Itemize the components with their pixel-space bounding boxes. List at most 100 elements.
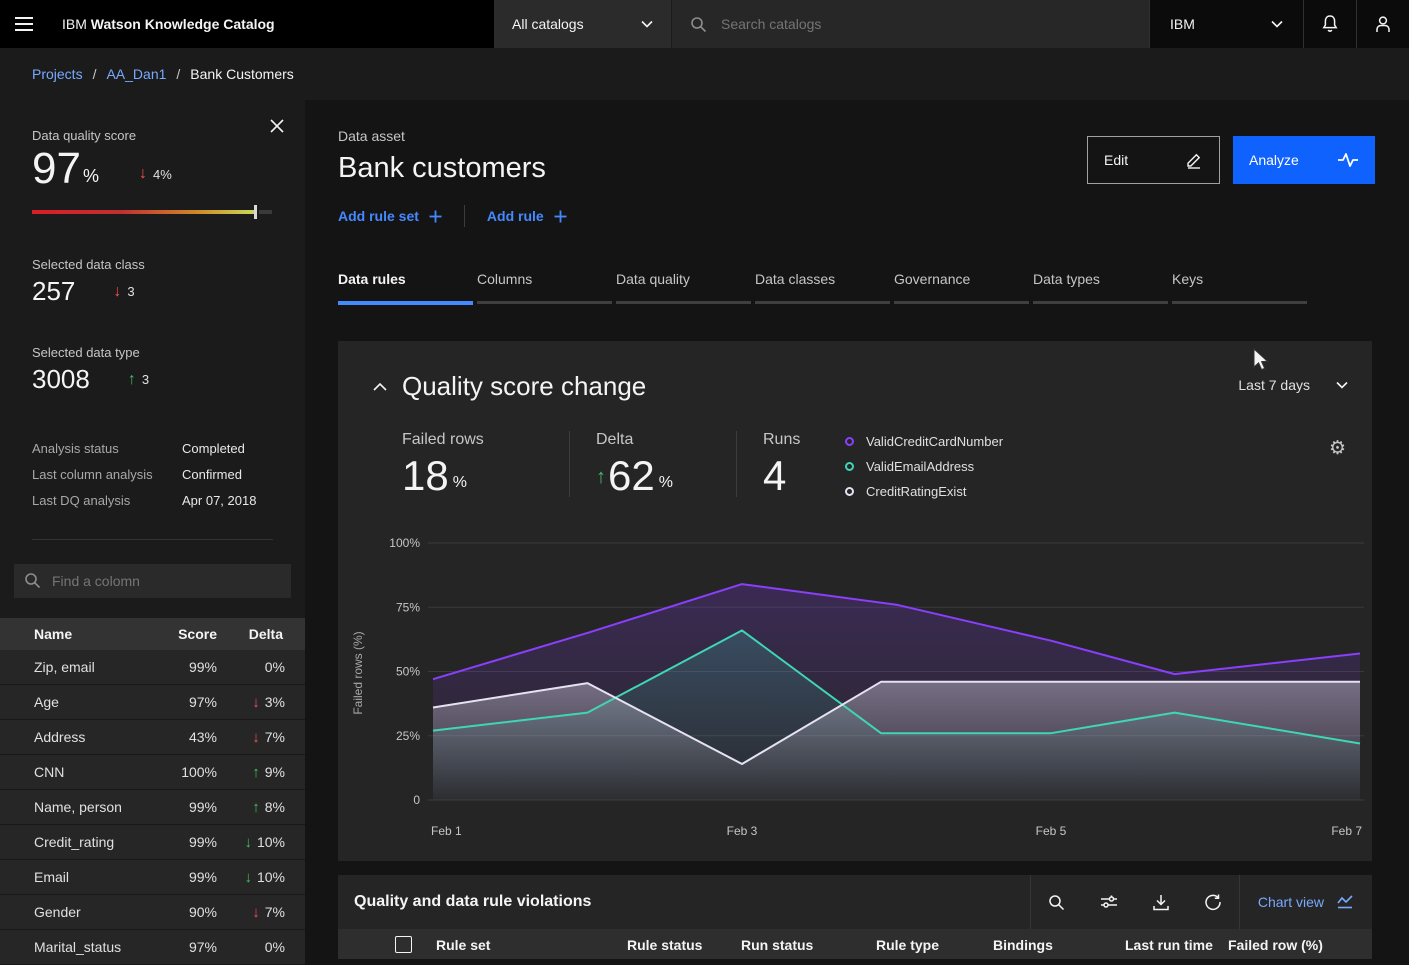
breadcrumb-link[interactable]: Projects — [32, 66, 83, 82]
data-class-value: 257 ↓3 — [32, 276, 273, 307]
select-all-checkbox[interactable] — [395, 936, 412, 953]
chart-view-toggle[interactable]: Chart view — [1240, 875, 1372, 929]
table-row[interactable]: CNN100%↑9% — [0, 755, 305, 790]
breadcrumb-link[interactable]: AA_Dan1 — [106, 66, 166, 82]
tab-label: Governance — [894, 271, 1029, 301]
detail-label: Last column analysis — [32, 467, 182, 482]
legend-label: ValidCreditCardNumber — [866, 434, 1003, 449]
search-placeholder: Search catalogs — [721, 16, 821, 32]
column-delta: ↓10% — [217, 869, 305, 886]
delta-value: 9% — [265, 764, 285, 780]
quality-score-delta: ↓ 4% — [139, 165, 172, 183]
x-axis-tick: Feb 1 — [431, 824, 462, 838]
table-row[interactable]: Zip, email99%0% — [0, 650, 305, 685]
brand-prefix: IBM — [62, 16, 87, 32]
user-profile-button[interactable] — [1356, 0, 1409, 48]
arrow-up-icon: ↑ — [252, 764, 260, 781]
tab-label: Columns — [477, 271, 612, 301]
download-button[interactable] — [1135, 875, 1187, 929]
search-icon — [690, 16, 707, 33]
column-delta: ↓ 7% — [217, 729, 305, 746]
x-axis-tick: Feb 5 — [1036, 824, 1067, 838]
tab-governance[interactable]: Governance — [894, 271, 1029, 305]
notifications-button[interactable] — [1303, 0, 1356, 48]
catalogs-dropdown[interactable]: All catalogs — [494, 0, 672, 48]
column-name: Zip, email — [0, 659, 153, 675]
table-row[interactable]: Credit_rating99%↓10% — [0, 825, 305, 860]
account-dropdown[interactable]: IBM — [1149, 0, 1303, 48]
refresh-button[interactable] — [1187, 875, 1239, 929]
detail-row: Last column analysisConfirmed — [32, 461, 273, 487]
column-name: CNN — [0, 764, 153, 780]
kpi-value: ↑62% — [596, 455, 736, 497]
column-name: Gender — [0, 904, 153, 920]
catalogs-dropdown-label: All catalogs — [512, 16, 584, 32]
data-type-value: 3008 ↑3 — [32, 364, 273, 395]
hamburger-menu-icon[interactable] — [0, 0, 48, 48]
table-row[interactable]: Age97%↓3% — [0, 685, 305, 720]
catalog-search[interactable]: Search catalogs — [672, 0, 1149, 48]
legend-item[interactable]: CreditRatingExist — [845, 479, 1003, 504]
tab-data-types[interactable]: Data types — [1033, 271, 1168, 305]
violations-card: Quality and data rule violations — [338, 875, 1372, 959]
violations-column-header: Rule type — [876, 937, 939, 953]
column-name: Address — [0, 729, 153, 745]
table-row[interactable]: Marital_status97%0% — [0, 930, 305, 965]
analyze-button[interactable]: Analyze — [1233, 136, 1375, 184]
column-delta: ↑ 8% — [217, 799, 305, 816]
kpi-delta: Delta↑62% — [569, 431, 736, 497]
gauge-remainder — [259, 210, 272, 214]
kpi-value: 18% — [402, 455, 569, 497]
column-score: 97% — [153, 939, 217, 955]
table-row[interactable]: Name, person99%↑8% — [0, 790, 305, 825]
account-label: IBM — [1170, 16, 1195, 32]
tab-label: Data types — [1033, 271, 1168, 301]
find-column-search[interactable] — [14, 564, 291, 598]
y-axis-tick: 25% — [396, 729, 420, 743]
tab-columns[interactable]: Columns — [477, 271, 612, 305]
quality-score-label: Data quality score — [32, 128, 273, 143]
arrow-down-icon: ↓ — [244, 834, 252, 851]
filter-button[interactable] — [1083, 875, 1135, 929]
app-title: IBM Watson Knowledge Catalog — [62, 16, 275, 32]
y-axis-tick: 100% — [389, 536, 420, 550]
y-axis-tick: 50% — [396, 665, 420, 679]
detail-value: Apr 07, 2018 — [182, 493, 256, 508]
tab-keys[interactable]: Keys — [1172, 271, 1307, 305]
tab-data-rules[interactable]: Data rules — [338, 271, 473, 305]
arrow-up-icon: ↑ — [252, 799, 260, 816]
columns-table-header: Name Score Delta — [0, 618, 305, 650]
kpi-number: 62 — [608, 455, 655, 497]
table-row[interactable]: Email99%↓10% — [0, 860, 305, 895]
gauge-marker — [254, 205, 257, 219]
legend-item[interactable]: ValidCreditCardNumber — [845, 429, 1003, 454]
violations-column-header: Bindings — [993, 937, 1053, 953]
column-delta: ↓3% — [217, 694, 305, 711]
column-score: 99% — [153, 799, 217, 815]
close-icon[interactable] — [269, 118, 289, 138]
tab-data-quality[interactable]: Data quality — [616, 271, 751, 305]
delta-value: 7% — [265, 729, 285, 745]
time-range-dropdown[interactable]: Last 7 days — [1238, 377, 1348, 393]
sidebar-divider — [32, 539, 273, 540]
edit-button[interactable]: Edit — [1087, 136, 1220, 184]
column-score: 90% — [153, 904, 217, 920]
table-row[interactable]: Gender90%↓7% — [0, 895, 305, 930]
column-name: Email — [0, 869, 153, 885]
legend-item[interactable]: ValidEmailAddress — [845, 454, 1003, 479]
add-rule-set-link[interactable]: Add rule set — [338, 208, 442, 224]
tab-label: Data rules — [338, 271, 473, 301]
failed-rows-line-chart: 100%75%50%25%0Failed rows (%)Feb 1Feb 3F… — [338, 533, 1372, 861]
violations-table-header: Rule setRule statusRun statusRule typeBi… — [338, 929, 1372, 959]
arrow-down-icon: ↓ — [252, 729, 260, 746]
y-axis-title: Failed rows (%) — [351, 631, 365, 714]
table-search-button[interactable] — [1031, 875, 1083, 929]
chevron-up-icon[interactable] — [372, 382, 388, 392]
data-type-label: Selected data type — [32, 345, 273, 360]
add-rule-link[interactable]: Add rule — [487, 208, 567, 224]
find-column-input[interactable] — [14, 564, 291, 598]
gear-icon[interactable]: ⚙ — [1329, 439, 1346, 458]
delta-value: 8% — [265, 799, 285, 815]
tab-data-classes[interactable]: Data classes — [755, 271, 890, 305]
table-row[interactable]: Address43%↓7% — [0, 720, 305, 755]
